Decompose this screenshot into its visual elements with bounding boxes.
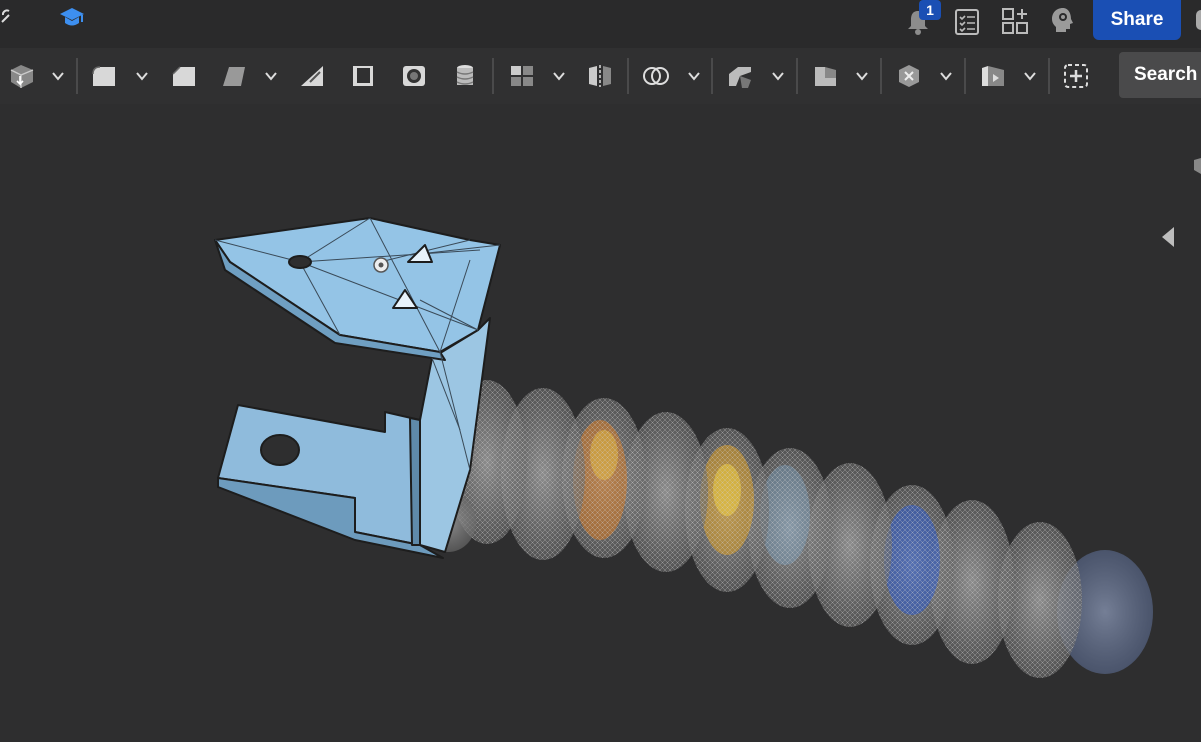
draft-icon[interactable]: [220, 62, 248, 90]
toolbar-separator: [880, 58, 882, 94]
notification-badge: 1: [919, 0, 941, 20]
origin-point-icon[interactable]: [373, 257, 389, 273]
chevron-down-icon[interactable]: [263, 68, 279, 84]
overflow-icon[interactable]: [1196, 10, 1201, 30]
pattern-icon[interactable]: [508, 62, 536, 90]
rib-icon[interactable]: [298, 62, 326, 90]
mirror-icon[interactable]: [586, 62, 614, 90]
model-render[interactable]: [0, 104, 1201, 742]
chevron-down-icon[interactable]: [938, 68, 954, 84]
graphics-area[interactable]: [0, 104, 1201, 742]
chamfer-icon[interactable]: [170, 62, 198, 90]
sheet-metal-icon[interactable]: [979, 62, 1007, 90]
checklist-icon[interactable]: [953, 7, 981, 37]
bracket-part[interactable]: [214, 217, 501, 559]
shell-icon[interactable]: [349, 62, 377, 90]
chevron-down-icon[interactable]: [551, 68, 567, 84]
delete-part-icon[interactable]: [895, 62, 923, 90]
toolbar-separator: [492, 58, 494, 94]
transform-icon[interactable]: [811, 62, 839, 90]
toolbar-separator: [711, 58, 713, 94]
chevron-down-icon[interactable]: [50, 68, 66, 84]
chevron-down-icon[interactable]: [134, 68, 150, 84]
toolbar-separator: [796, 58, 798, 94]
toolbar-separator: [1048, 58, 1050, 94]
chevron-down-icon[interactable]: [854, 68, 870, 84]
toolbar-separator: [627, 58, 629, 94]
chevron-down-icon[interactable]: [770, 68, 786, 84]
toolbar-separator: [76, 58, 78, 94]
app-store-icon[interactable]: [1000, 6, 1030, 36]
user-avatar-icon[interactable]: [1048, 5, 1078, 35]
boolean-icon[interactable]: [642, 62, 670, 90]
learning-center-icon[interactable]: [58, 6, 86, 30]
feature-toolbar: Search: [0, 48, 1201, 104]
thread-icon[interactable]: [451, 62, 479, 90]
chevron-down-icon[interactable]: [686, 68, 702, 84]
hole-icon[interactable]: [400, 62, 428, 90]
split-icon[interactable]: [726, 62, 754, 90]
insert-feature-icon[interactable]: [1062, 62, 1090, 90]
derive-icon[interactable]: [8, 62, 36, 90]
link-icon[interactable]: [0, 8, 14, 30]
fillet-icon[interactable]: [90, 62, 118, 90]
chevron-down-icon[interactable]: [1022, 68, 1038, 84]
toolbar-separator: [964, 58, 966, 94]
search-tools-button[interactable]: Search: [1119, 52, 1201, 98]
share-button[interactable]: Share: [1093, 0, 1181, 40]
bellows-body: [420, 380, 1153, 678]
top-bar: 1 Share: [0, 0, 1201, 48]
